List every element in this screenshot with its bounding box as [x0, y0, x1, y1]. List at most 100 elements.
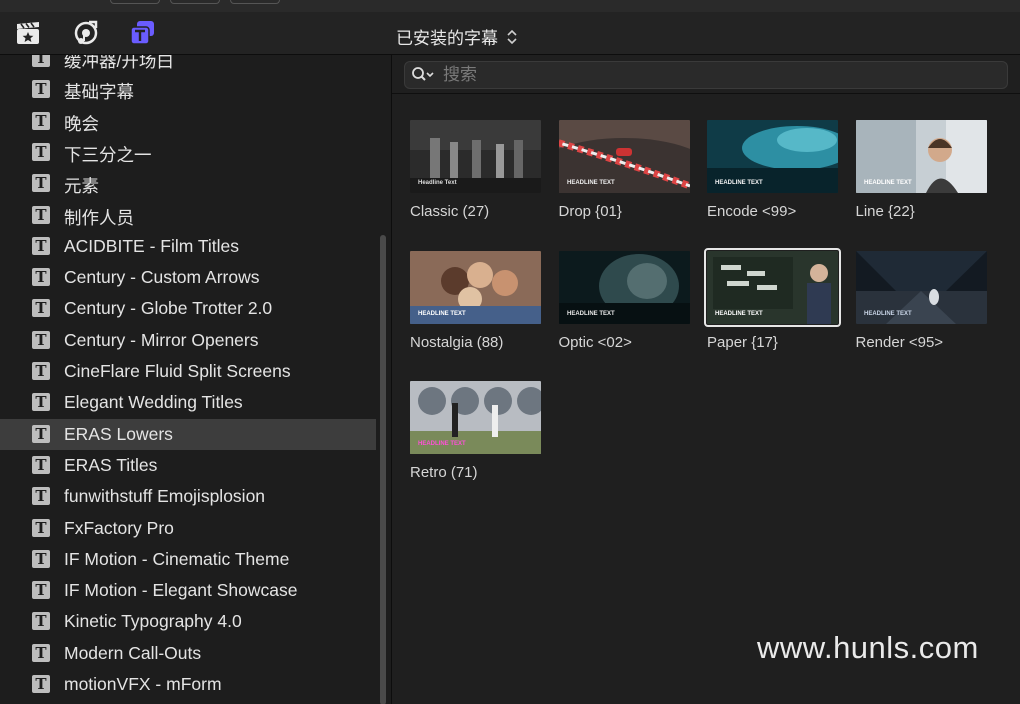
sidebar-item[interactable]: Tfunwithstuff Emojisplosion: [0, 481, 376, 512]
sidebar-item-label: 下三分之一: [64, 144, 152, 165]
titles-category-sidebar: T 缓冲器/开场白 T 基础字幕 T 晚会 T 下三分之一 T 元素 T 制作人员 T ACIDBITE …: [0, 55, 392, 704]
clapper-star-icon[interactable]: [14, 19, 42, 47]
divider: [392, 93, 1020, 94]
template-label: Classic (27): [410, 203, 490, 220]
top-tab-button[interactable]: [110, 0, 160, 4]
sidebar-item-label: 晚会: [64, 113, 99, 134]
title-category-icon: T: [32, 142, 50, 161]
sidebar-item[interactable]: T CineFlare Fluid Split Screens: [0, 356, 376, 387]
title-category-icon: T: [32, 236, 50, 255]
template-thumbnail: HEADLINE TEXT: [558, 120, 690, 193]
title-template-tile[interactable]: HEADLINE TEXT Drop {01}: [558, 120, 691, 220]
sidebar-item-label: IF Motion - Elegant Showcase: [64, 580, 298, 601]
sidebar-item-label: Century - Globe Trotter 2.0: [64, 298, 273, 319]
thumbnail-caption: HEADLINE TEXT: [715, 180, 763, 186]
sidebar-item[interactable]: T 缓冲器/开场白: [0, 55, 376, 74]
sidebar-item[interactable]: T 制作人员: [0, 200, 376, 231]
title-category-icon: T: [32, 518, 50, 537]
thumbnail-caption: HEADLINE TEXT: [864, 180, 912, 186]
title-category-icon: T: [32, 581, 50, 600]
template-label: Nostalgia (88): [410, 333, 504, 351]
watermark-text: www.hunls.com: [757, 630, 979, 665]
sidebar-item-label: Century - Mirror Openers: [64, 329, 259, 350]
title-category-icon: T: [32, 111, 50, 130]
title-category-icon: T: [32, 455, 50, 474]
title-template-tile[interactable]: HEADLINE TEXT Paper {17}: [704, 247, 841, 351]
search-icon[interactable]: [411, 66, 437, 84]
template-label: Line {22}: [855, 203, 915, 220]
template-thumbnail: HEADLINE TEXT: [410, 381, 541, 454]
template-label: Encode <99>: [707, 203, 797, 220]
title-text: 已安装的字幕: [396, 29, 498, 48]
title-category-icon: T: [32, 393, 50, 412]
sidebar-item-label: motionVFX - mForm: [64, 674, 222, 694]
sidebar-item[interactable]: T Modern Call-Outs: [0, 638, 376, 669]
sidebar-item-label: Modern Call-Outs: [64, 642, 202, 663]
music-camera-icon[interactable]: [72, 19, 100, 47]
sidebar-item[interactable]: T 基础字幕: [0, 74, 376, 105]
sidebar-item-label: Kinetic Typography 4.0: [64, 611, 242, 632]
title-template-tile[interactable]: HEADLINE TEXT Nostalgia (88): [410, 250, 542, 351]
title-template-tile[interactable]: HEADLINE TEXT Retro (71): [410, 381, 542, 481]
title-category-icon: T: [32, 205, 50, 224]
title-category-icon: T: [32, 424, 50, 443]
title-category-icon: T: [32, 643, 50, 662]
up-down-chevron-icon: [507, 29, 517, 44]
title-category-icon: T: [32, 55, 50, 67]
sidebar-item[interactable]: T Kinetic Typography 4.0: [0, 606, 376, 637]
title-category-icon: T: [32, 362, 50, 380]
title-template-tile[interactable]: HEADLINE TEXT Optic <02>: [558, 250, 691, 351]
template-label: Paper {17}: [707, 333, 778, 351]
sidebar-item-label: funwithstuff Emojisplosion: [64, 486, 266, 507]
template-thumbnail: HEADLINE TEXT: [704, 247, 841, 327]
search-input[interactable]: [441, 64, 985, 86]
sidebar-item[interactable]: T Century - Globe Trotter 2.0: [0, 293, 376, 324]
sidebar-item[interactable]: T 晚会: [0, 106, 376, 137]
thumbnail-caption: HEADLINE TEXT: [567, 180, 615, 186]
thumbnail-caption: HEADLINE TEXT: [864, 311, 912, 317]
thumbnail-caption: HEADLINE TEXT: [418, 311, 466, 317]
sidebar-item[interactable]: T Elegant Wedding Titles: [0, 387, 376, 418]
sidebar-item-label: IF Motion - Cinematic Theme: [64, 548, 290, 569]
sidebar-item[interactable]: T ERAS Titles: [0, 450, 376, 481]
sidebar-item[interactable]: T ERAS Lowers: [0, 418, 376, 450]
sidebar-item-label: 缓冲器/开场白: [64, 55, 174, 71]
sidebar-item[interactable]: T IF Motion - Cinematic Theme: [0, 544, 376, 575]
sidebar-item-label: 制作人员: [64, 207, 134, 228]
thumbnail-caption: HEADLINE TEXT: [567, 311, 615, 317]
titles-generators-icon[interactable]: [129, 19, 157, 47]
template-thumbnail: Headline Text: [410, 120, 541, 193]
title-template-tile[interactable]: Headline Text Classic (27): [410, 120, 542, 220]
template-label: Drop {01}: [558, 203, 622, 220]
sidebar-item-label: 元素: [64, 176, 99, 197]
template-thumbnail: HEADLINE TEXT: [855, 250, 987, 324]
title-category-icon: T: [32, 612, 50, 631]
template-thumbnail: HEADLINE TEXT: [707, 120, 838, 193]
template-label: Retro (71): [410, 464, 478, 481]
top-tab-button[interactable]: [170, 0, 220, 4]
sidebar-item[interactable]: T 元素: [0, 168, 376, 199]
template-thumbnail: HEADLINE TEXT: [558, 250, 690, 324]
top-tab-button[interactable]: [230, 0, 280, 4]
sidebar-scrollbar[interactable]: [380, 235, 386, 704]
sidebar-item-label: CineFlare Fluid Split Screens: [64, 361, 291, 381]
template-thumbnail: HEADLINE TEXT: [855, 120, 987, 193]
title-category-icon: T: [32, 174, 50, 193]
sidebar-item[interactable]: T FxFactory Pro: [0, 513, 376, 544]
title-template-tile[interactable]: HEADLINE TEXT Line {22}: [855, 120, 988, 220]
title-template-tile[interactable]: HEADLINE TEXT Encode <99>: [707, 120, 839, 220]
template-label: Render <95>: [855, 333, 944, 351]
sidebar-item-label: 基础字幕: [64, 82, 134, 103]
sidebar-item[interactable]: T IF Motion - Elegant Showcase: [0, 575, 376, 606]
sidebar-item[interactable]: T Century - Mirror Openers: [0, 325, 376, 356]
template-thumbnail: HEADLINE TEXT: [410, 250, 541, 324]
title-category-icon: T: [32, 487, 50, 506]
title-category-selector[interactable]: 已安装的字幕: [380, 24, 680, 49]
sidebar-item-label: ERAS Lowers: [64, 423, 173, 444]
sidebar-item[interactable]: T ACIDBITE - Film Titles: [0, 231, 376, 262]
title-template-tile[interactable]: HEADLINE TEXT Render <95>: [855, 250, 988, 351]
sidebar-item[interactable]: T Century - Custom Arrows: [0, 262, 376, 293]
search-bar: [404, 61, 1008, 89]
sidebar-item[interactable]: T 下三分之一: [0, 137, 376, 168]
sidebar-item[interactable]: TmotionVFX - mForm: [0, 669, 376, 700]
